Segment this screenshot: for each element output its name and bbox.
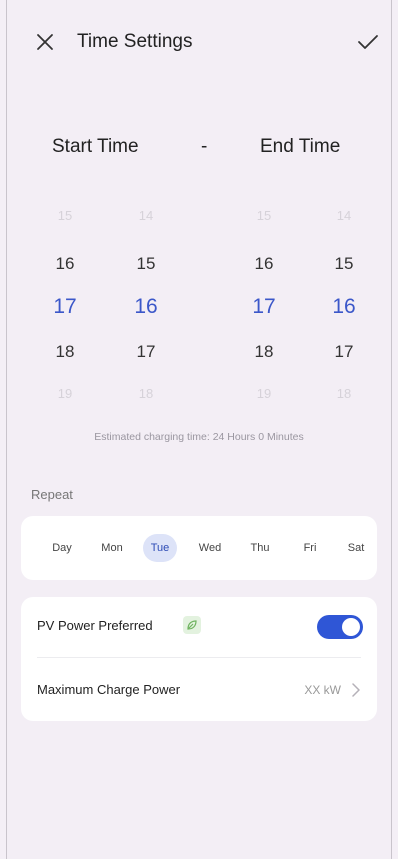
- picker-value: 17: [334, 342, 354, 361]
- day-option-wed[interactable]: Wed: [193, 534, 227, 562]
- leaf-icon: [183, 616, 201, 634]
- picker-value: 14: [138, 208, 154, 223]
- check-icon: [358, 35, 378, 49]
- end-time-label: End Time: [260, 136, 341, 157]
- maximum-charge-power-label: Maximum Charge Power: [37, 682, 181, 697]
- picker-value: 15: [256, 208, 272, 223]
- day-option-fri[interactable]: Fri: [293, 534, 327, 562]
- picker-value: 17: [136, 342, 156, 361]
- start-time-label: Start Time: [52, 136, 139, 157]
- header: Time Settings: [7, 22, 391, 62]
- day-option-thu[interactable]: Thu: [243, 534, 277, 562]
- day-option-mon[interactable]: Mon: [95, 534, 129, 562]
- close-icon: [37, 34, 53, 50]
- picker-value: 18: [254, 342, 274, 361]
- close-button[interactable]: [33, 30, 57, 54]
- picker-value: 15: [334, 254, 354, 273]
- picker-value: 19: [57, 386, 73, 401]
- maximum-charge-power-row[interactable]: Maximum Charge Power XX kW: [21, 661, 377, 721]
- confirm-button[interactable]: [355, 30, 381, 54]
- end-minute-picker[interactable]: 14 15 16 17 18: [314, 200, 374, 401]
- day-option-tue[interactable]: Tue: [143, 534, 177, 562]
- start-hour-picker[interactable]: 15 16 17 18 19: [35, 200, 95, 401]
- start-minute-picker[interactable]: 14 15 16 17 18: [116, 200, 176, 401]
- picker-value: 14: [336, 208, 352, 223]
- picker-value: 15: [136, 254, 156, 273]
- picker-value: 15: [57, 208, 73, 223]
- picker-value: 18: [138, 386, 154, 401]
- pv-power-preferred-label: PV Power Preferred: [37, 618, 153, 633]
- picker-value: 18: [55, 342, 75, 361]
- picker-value: 16: [55, 254, 75, 273]
- maximum-charge-power-value: XX kW: [304, 683, 341, 697]
- pv-power-preferred-row: PV Power Preferred: [21, 597, 377, 657]
- picker-selected-value: 17: [53, 295, 77, 318]
- picker-value: 16: [254, 254, 274, 273]
- page-title: Time Settings: [77, 31, 193, 52]
- charge-settings-card: PV Power Preferred Maximum Charge Power …: [21, 597, 377, 721]
- repeat-label: Repeat: [31, 487, 73, 502]
- picker-selected-value: 16: [134, 295, 158, 318]
- picker-selected-value: 16: [332, 295, 356, 318]
- divider: [37, 657, 361, 658]
- picker-value: 19: [256, 386, 272, 401]
- chevron-right-icon: [352, 683, 360, 697]
- day-option-day[interactable]: Day: [45, 534, 79, 562]
- time-range-heading: Start Time - End Time: [7, 136, 391, 164]
- picker-value: 18: [336, 386, 352, 401]
- toggle-knob: [342, 618, 360, 636]
- screen: Time Settings Start Time - End Time 15 1…: [6, 0, 392, 859]
- repeat-days-selector: Day Mon Tue Wed Thu Fri Sat: [21, 516, 377, 580]
- day-option-sat[interactable]: Sat: [339, 534, 373, 562]
- range-separator: -: [201, 136, 208, 157]
- pv-power-preferred-toggle[interactable]: [317, 615, 363, 639]
- picker-selected-value: 17: [252, 295, 276, 318]
- estimated-charging-time: Estimated charging time: 24 Hours 0 Minu…: [94, 431, 304, 443]
- end-hour-picker[interactable]: 15 16 17 18 19: [234, 200, 294, 401]
